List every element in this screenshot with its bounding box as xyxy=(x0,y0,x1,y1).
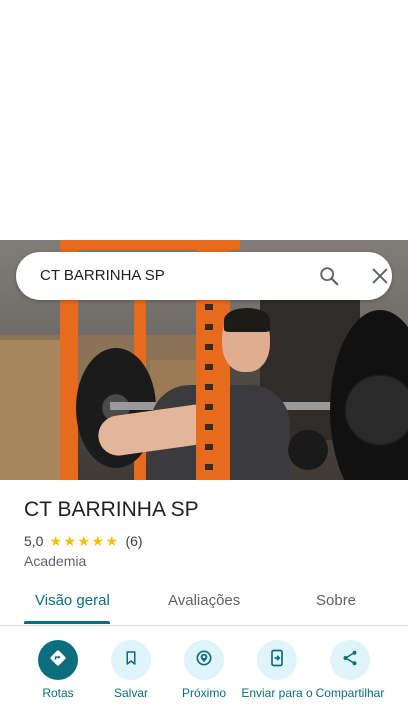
tab-reviews[interactable]: Avaliações xyxy=(168,592,240,609)
star-icon: ★ xyxy=(77,532,91,549)
directions-label: Rotas xyxy=(42,686,74,700)
close-icon[interactable] xyxy=(369,265,391,287)
nearby-icon xyxy=(194,648,214,673)
place-category: Academia xyxy=(24,553,87,569)
place-title: CT BARRINHA SP xyxy=(24,498,199,521)
rating-value: 5,0 xyxy=(24,533,44,549)
share-label: Compartilhar xyxy=(315,686,385,700)
send-to-phone-button[interactable]: Enviar para o xyxy=(239,640,315,700)
action-bar: Rotas Salvar Próximo Enviar para o Compa… xyxy=(0,640,408,720)
save-label: Salvar xyxy=(113,686,148,700)
active-tab-indicator xyxy=(24,621,110,624)
save-button[interactable]: Salvar xyxy=(93,640,169,700)
star-icon: ★ xyxy=(63,532,77,549)
tab-bar: Visão geral Avaliações Sobre xyxy=(0,586,408,626)
star-rating: ★ ★ ★ ★ ★ xyxy=(49,532,119,549)
directions-icon xyxy=(48,648,68,673)
rating-row[interactable]: 5,0 ★ ★ ★ ★ ★ (6) xyxy=(24,533,143,549)
place-page: CT BARRINHA SP CT BARRINHA SP 5,0 ★ ★ ★ … xyxy=(0,0,408,720)
share-icon xyxy=(341,649,359,672)
search-query[interactable]: CT BARRINHA SP xyxy=(40,267,165,284)
star-icon: ★ xyxy=(91,532,105,549)
review-count[interactable]: (6) xyxy=(125,533,142,549)
send-to-phone-label: Enviar para o xyxy=(241,686,313,700)
search-icon[interactable] xyxy=(318,265,340,287)
tab-overview[interactable]: Visão geral xyxy=(35,592,110,609)
star-icon: ★ xyxy=(105,532,119,549)
bookmark-icon xyxy=(122,649,140,672)
nearby-button[interactable]: Próximo xyxy=(166,640,242,700)
star-icon: ★ xyxy=(49,532,63,549)
send-to-phone-icon xyxy=(267,648,287,673)
directions-button[interactable]: Rotas xyxy=(20,640,96,700)
search-bar[interactable]: CT BARRINHA SP xyxy=(16,252,392,300)
share-button[interactable]: Compartilhar xyxy=(312,640,388,700)
nearby-label: Próximo xyxy=(181,686,226,700)
tab-about[interactable]: Sobre xyxy=(316,592,356,609)
